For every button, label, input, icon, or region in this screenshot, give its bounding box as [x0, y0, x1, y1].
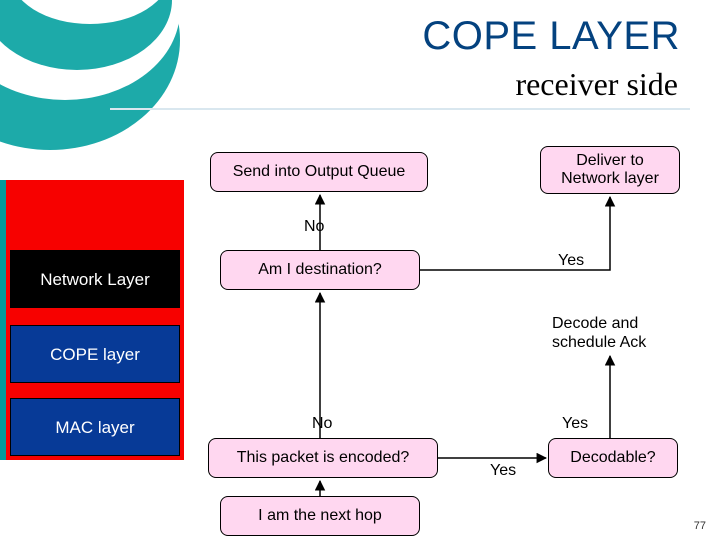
decorative-swirl [0, 0, 180, 170]
node-output-queue: Send into Output Queue [210, 152, 428, 192]
layer-network: Network Layer [10, 250, 180, 308]
node-next-hop: I am the next hop [220, 496, 420, 536]
node-am-destination: Am I destination? [220, 250, 420, 290]
node-decodable: Decodable? [548, 438, 678, 478]
title-underline [110, 108, 690, 110]
edge-label-yes-mid: Yes [490, 462, 516, 480]
edge-label-yes-dest: Yes [558, 252, 584, 270]
slide: COPE LAYER receiver side Network Layer C… [0, 0, 720, 540]
page-title: COPE LAYER [422, 14, 680, 59]
node-deliver: Deliver to Network layer [540, 146, 680, 194]
edge-label-yes-enc: Yes [562, 415, 588, 433]
node-encoded: This packet is encoded? [208, 438, 438, 478]
layer-cope: COPE layer [10, 325, 180, 383]
page-number: 77 [694, 520, 706, 532]
edge-label-no-top: No [304, 218, 324, 236]
page-subtitle: receiver side [515, 66, 678, 103]
edge-label-no-enc: No [312, 415, 332, 433]
layer-mac: MAC layer [10, 398, 180, 456]
label-decode-ack: Decode and schedule Ack [552, 314, 692, 352]
